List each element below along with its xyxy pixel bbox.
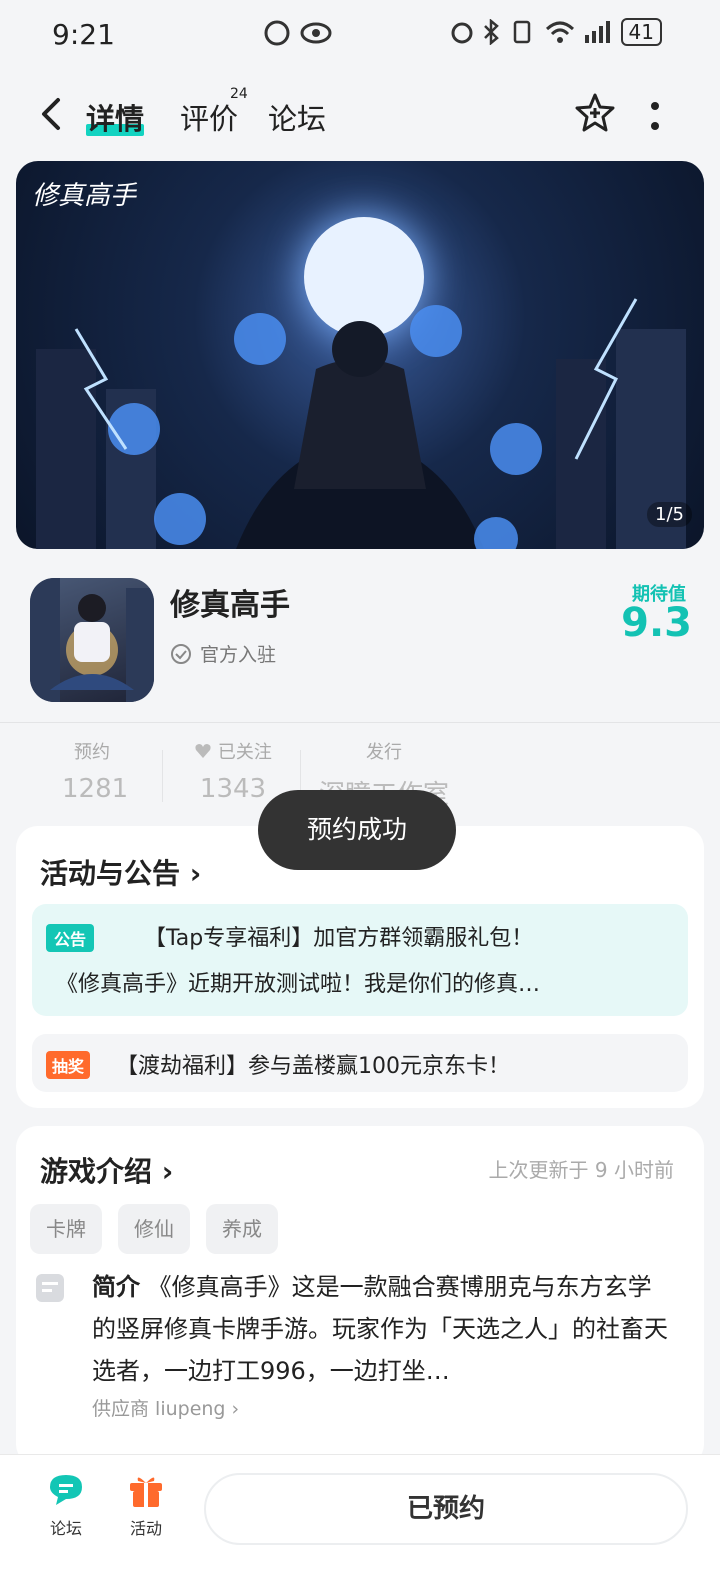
banner-cityscape — [36, 298, 686, 549]
reviews-count-badge: 24 — [230, 86, 248, 102]
game-intro-card: 游戏介绍 › 上次更新于 9 小时前 卡牌 修仙 养成 简介 《修真高手》这是一… — [16, 1126, 704, 1466]
official-badge-label: 官方入驻 — [200, 644, 277, 666]
top-nav: 详情 评价 24 论坛 — [0, 80, 720, 150]
bottom-action-bar: 论坛 活动 已预约 — [0, 1454, 720, 1593]
stat-reservations-value: 1281 — [62, 774, 129, 804]
stat-followers-label: 已关注 — [188, 738, 278, 764]
lottery-tag: 抽奖 — [46, 1051, 91, 1079]
activity-button-label: 活动 — [129, 1519, 162, 1538]
stat-followers: 已关注 1343 — [188, 738, 278, 804]
chevron-right-icon: › — [180, 857, 202, 890]
tab-forum[interactable]: 论坛 — [268, 96, 326, 138]
banner-page-counter: 1/5 — [647, 502, 692, 527]
banner-logo: 修真高手 — [32, 181, 137, 211]
eye-icon — [300, 22, 332, 44]
app-icon — [30, 578, 154, 702]
status-mid-icons — [264, 20, 332, 46]
chat-bubble-icon — [50, 1475, 82, 1505]
status-right-icons: 41 — [449, 18, 662, 46]
signal-icon — [584, 21, 610, 43]
status-time: 9:21 — [52, 18, 115, 51]
expect-score: 9.3 — [621, 600, 692, 646]
chevron-right-icon: › — [225, 1398, 240, 1420]
back-arrow-icon[interactable] — [36, 94, 66, 134]
app-icon-artwork — [30, 578, 154, 702]
supplier-link[interactable]: 供应商 liupeng › — [92, 1394, 239, 1421]
document-icon — [36, 1274, 64, 1302]
heart-check-icon — [195, 744, 211, 758]
official-badge: 官方入驻 — [170, 640, 276, 667]
bluetooth-icon — [483, 19, 499, 45]
tab-details[interactable]: 详情 — [86, 96, 145, 138]
favorite-star-icon[interactable] — [574, 92, 616, 134]
lottery-text: 【渡劫福利】参与盖楼赢100元京东卡！ — [116, 1054, 510, 1079]
tab-forum-label: 论坛 — [268, 102, 327, 136]
hero-banner[interactable]: 修真高手 1/5 — [16, 161, 704, 549]
forum-button[interactable]: 论坛 — [36, 1471, 96, 1539]
wifi-icon — [545, 21, 574, 43]
activity-button[interactable]: 活动 — [116, 1471, 176, 1539]
activities-title[interactable]: 活动与公告 › — [40, 852, 201, 892]
battery-indicator: 41 — [620, 18, 662, 46]
tab-reviews[interactable]: 评价 24 — [180, 86, 248, 138]
tag-chip[interactable]: 养成 — [206, 1204, 278, 1254]
stat-publisher-label: 发行 — [366, 742, 402, 763]
notice-line-1: 【Tap专享福利】加官方群领霸服礼包！ — [144, 926, 534, 951]
notice-item[interactable]: 公告 【Tap专享福利】加官方群领霸服礼包！ 《修真高手》近期开放测试啦！我是你… — [32, 904, 688, 1016]
section-divider — [0, 722, 720, 723]
more-options-icon[interactable] — [650, 102, 660, 130]
tag-chip[interactable]: 卡牌 — [30, 1204, 102, 1254]
gift-icon — [130, 1477, 162, 1507]
forum-button-label: 论坛 — [49, 1519, 82, 1538]
app-title: 修真高手 — [170, 588, 290, 623]
last-updated: 上次更新于 9 小时前 — [488, 1158, 674, 1182]
intro-title[interactable]: 游戏介绍 › — [40, 1150, 173, 1190]
tag-chip[interactable]: 修仙 — [118, 1204, 190, 1254]
tab-details-label: 详情 — [86, 102, 145, 136]
notice-line-2: 《修真高手》近期开放测试啦！我是你们的修真… — [56, 972, 541, 997]
reserved-button[interactable]: 已预约 — [204, 1473, 688, 1545]
vibrate-icon — [513, 20, 530, 44]
stat-followers-value: 1343 — [199, 774, 267, 804]
data-saver-icon — [264, 20, 290, 46]
chevron-right-icon: › — [152, 1155, 174, 1188]
tab-reviews-label: 评价 — [180, 102, 239, 136]
toast-message: 预约成功 — [258, 790, 456, 870]
notice-tag: 公告 — [46, 924, 95, 952]
status-bar: 9:21 41 — [0, 0, 720, 70]
lottery-item[interactable]: 抽奖 【渡劫福利】参与盖楼赢100元京东卡！ — [32, 1034, 688, 1092]
verified-check-icon — [171, 643, 191, 664]
stat-separator — [162, 750, 163, 802]
intro-summary[interactable]: 简介 《修真高手》这是一款融合赛博朋克与东方玄学的竖屏修真卡牌手游。玩家作为「天… — [92, 1266, 672, 1392]
stat-reservations: 预约 1281 — [62, 738, 129, 804]
stat-reservations-label: 预约 — [74, 742, 110, 763]
alarm-icon — [451, 22, 473, 44]
